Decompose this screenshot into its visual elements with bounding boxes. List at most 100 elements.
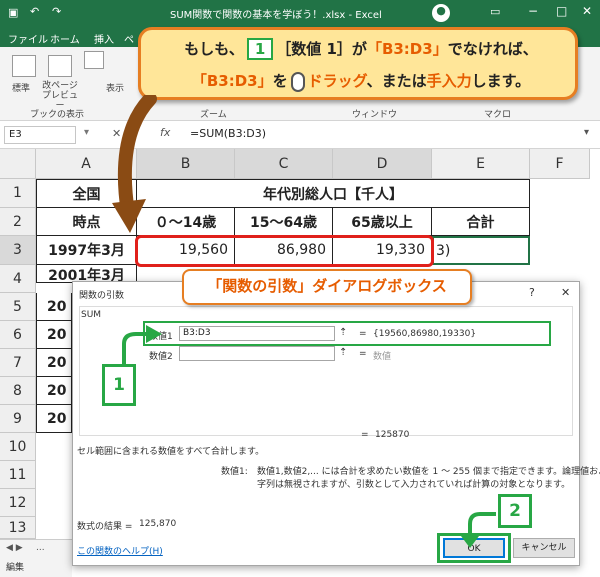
banner-range-2: 「B3:D3」	[191, 72, 273, 90]
formula-expand-icon[interactable]: ▾	[584, 127, 589, 138]
banner-line-1: もしも、 1 ［数値 1］が「B3:D3」でなければ、	[141, 38, 581, 60]
banner-arrow	[112, 95, 157, 233]
instruction-banner: もしも、 1 ［数値 1］が「B3:D3」でなければ、 「B3:D3」を ドラッグ、ま…	[138, 27, 578, 100]
cell-b1-title[interactable]: 年代別総人口【千人】	[137, 179, 530, 208]
total-value: 125870	[375, 430, 410, 440]
result-label: 数式の結果 =	[77, 522, 133, 532]
row-header-10[interactable]: 10	[0, 433, 36, 461]
arg-desc-label: 数値1:	[221, 467, 248, 477]
avatar[interactable]: ●	[432, 4, 450, 22]
row-header-7[interactable]: 7	[0, 349, 36, 377]
arg2-input[interactable]	[179, 346, 335, 361]
formula-bar: E3 ▾ ✕ fx =SUM(B3:D3) ▾	[0, 121, 600, 149]
banner-text-b: でなければ、	[447, 40, 538, 58]
help-icon[interactable]: ?	[529, 286, 535, 299]
row-header-1[interactable]: 1	[0, 179, 36, 208]
dialog-title: 関数の引数	[79, 291, 125, 301]
window-title: SUM関数で関数の基本を学ぼう！.xlsx - Excel	[170, 10, 382, 21]
tab-insert[interactable]: 挿入	[94, 31, 114, 46]
tab-home[interactable]: ホーム	[50, 31, 80, 46]
row-header-12[interactable]: 12	[0, 489, 36, 517]
banner-manual: 手入力	[426, 72, 472, 90]
step-2-badge: 2	[498, 494, 532, 528]
cell-a7[interactable]: 20	[36, 377, 72, 405]
save-icon[interactable]: ▣	[8, 6, 18, 19]
cell-d2[interactable]: 65歳以上	[333, 208, 432, 236]
cell-a3[interactable]: 1997年3月	[36, 236, 137, 265]
normal-view-icon[interactable]	[12, 55, 36, 77]
tab-file[interactable]: ファイル	[8, 31, 48, 46]
sheet-prev-icon[interactable]: ◀ ▶	[6, 543, 23, 553]
arg2-equals: =	[359, 349, 367, 359]
normal-view-button[interactable]: 標準	[12, 81, 30, 94]
cell-e3-active[interactable]: 3)	[432, 236, 530, 265]
dialog-callout-label: 「関数の引数」ダイアログボックス	[182, 269, 472, 305]
row-header-2[interactable]: 2	[0, 208, 36, 236]
banner-line-2: 「B3:D3」を ドラッグ、または手入力します。	[141, 70, 581, 92]
row-header-13[interactable]: 13	[0, 517, 36, 539]
group-zoom: ズーム	[200, 110, 227, 120]
title-bar: ▣ ↶ ↷ SUM関数で関数の基本を学ぼう！.xlsx - Excel ● ▭ …	[0, 0, 600, 27]
name-box-dropdown-icon[interactable]: ▾	[84, 127, 89, 138]
total-equals: =	[361, 430, 369, 440]
ribbon-display-icon[interactable]: ▭	[490, 5, 500, 18]
sheet-nav-more[interactable]: ...	[36, 543, 45, 553]
name-box[interactable]: E3	[4, 126, 76, 144]
banner-text-d: 、または	[366, 72, 427, 90]
group-workbook-views: ブックの表示	[30, 110, 85, 120]
page-layout-icon[interactable]	[84, 51, 104, 69]
view-button[interactable]: 表示	[106, 81, 124, 94]
step-1-badge: 1	[102, 364, 136, 406]
result-value: 125,870	[139, 519, 177, 529]
formula-input[interactable]: =SUM(B3:D3)	[190, 127, 266, 140]
tab-page[interactable]: ペ	[124, 31, 134, 46]
row-header-5[interactable]: 5	[0, 293, 36, 321]
cancel-button[interactable]: キャンセル	[513, 538, 575, 558]
banner-step-badge: 1	[246, 38, 274, 60]
cell-a5[interactable]: 20	[36, 321, 72, 349]
page-break-preview-icon[interactable]	[48, 55, 72, 77]
banner-text-e: します。	[471, 72, 531, 90]
row-header-11[interactable]: 11	[0, 461, 36, 489]
column-header-e[interactable]: E	[432, 149, 530, 179]
banner-arg-label: ［数値 1］が	[276, 40, 367, 58]
function-description: セル範囲に含まれる数値をすべて合計します。	[77, 447, 265, 457]
cell-a8[interactable]: 20	[36, 405, 72, 433]
banner-range-1: 「B3:D3」	[366, 40, 448, 58]
group-window: ウィンドウ	[352, 110, 398, 120]
mouse-icon	[290, 71, 305, 92]
close-window-icon[interactable]: ✕	[582, 4, 592, 18]
status-bar: ◀ ▶ ... 編集	[0, 539, 72, 577]
dialog-close-icon[interactable]: ✕	[561, 286, 570, 299]
arg1-highlight	[143, 321, 551, 346]
arg-desc-line-1: 数値1,数値2,... には合計を求めたい数値を 1 ～ 255 個まで指定でき…	[257, 467, 600, 477]
function-help-link[interactable]: この関数のヘルプ(H)	[77, 544, 163, 557]
row-header-9[interactable]: 9	[0, 405, 36, 433]
banner-text-a: もしも、	[184, 40, 244, 58]
cell-e2[interactable]: 合計	[432, 208, 530, 236]
row-header-6[interactable]: 6	[0, 321, 36, 349]
range-highlight	[135, 235, 434, 267]
column-header-c[interactable]: C	[235, 149, 333, 179]
select-all-corner[interactable]	[0, 149, 36, 179]
banner-drag: ドラッグ	[307, 72, 367, 90]
arg2-collapse-icon[interactable]: ⇡	[339, 347, 347, 358]
cell-c2[interactable]: 15～64歳	[235, 208, 333, 236]
minimize-icon[interactable]: −	[528, 4, 538, 18]
column-header-f[interactable]: F	[530, 149, 590, 179]
row-header-3[interactable]: 3	[0, 236, 36, 265]
cell-a9[interactable]: 20	[36, 293, 72, 321]
arg-desc-line-2: 字列は無視されますが、引数として入力されていれば計算の対象となります。	[257, 480, 571, 490]
redo-icon[interactable]: ↷	[52, 5, 61, 18]
status-mode: 編集	[6, 563, 25, 573]
function-name: SUM	[81, 310, 102, 320]
banner-text-c: を	[272, 72, 288, 90]
undo-icon[interactable]: ↶	[30, 5, 39, 18]
cell-a6[interactable]: 20	[36, 349, 72, 377]
maximize-icon[interactable]: □	[556, 4, 567, 18]
group-macro: マクロ	[484, 110, 512, 120]
row-header-4[interactable]: 4	[0, 265, 36, 293]
arg2-result: 数値	[373, 352, 392, 362]
column-header-d[interactable]: D	[333, 149, 432, 179]
row-header-8[interactable]: 8	[0, 377, 36, 405]
